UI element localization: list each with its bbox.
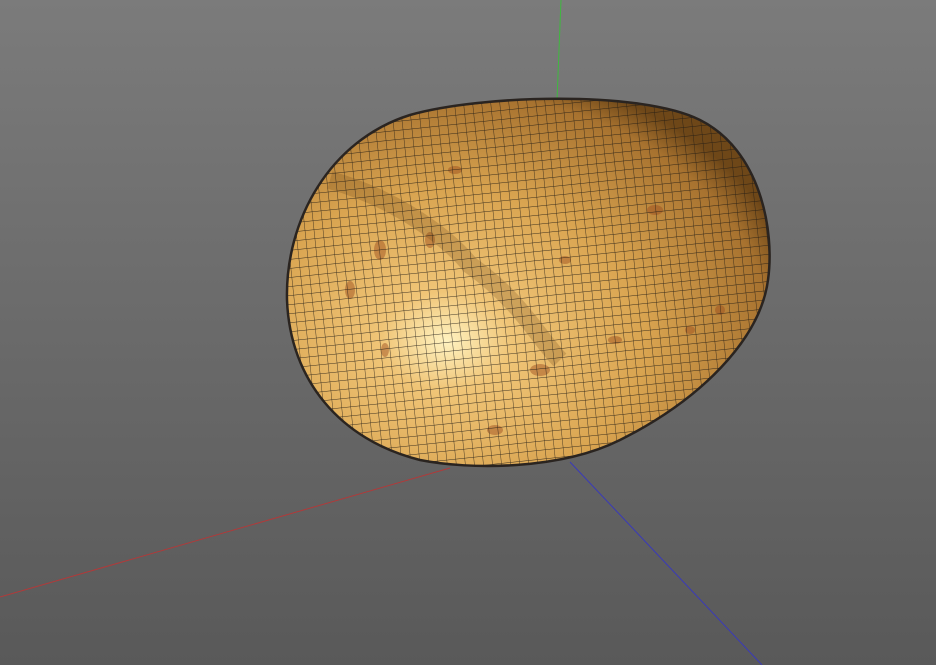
viewport-canvas[interactable] — [0, 0, 936, 665]
3d-viewport[interactable] — [0, 0, 936, 665]
